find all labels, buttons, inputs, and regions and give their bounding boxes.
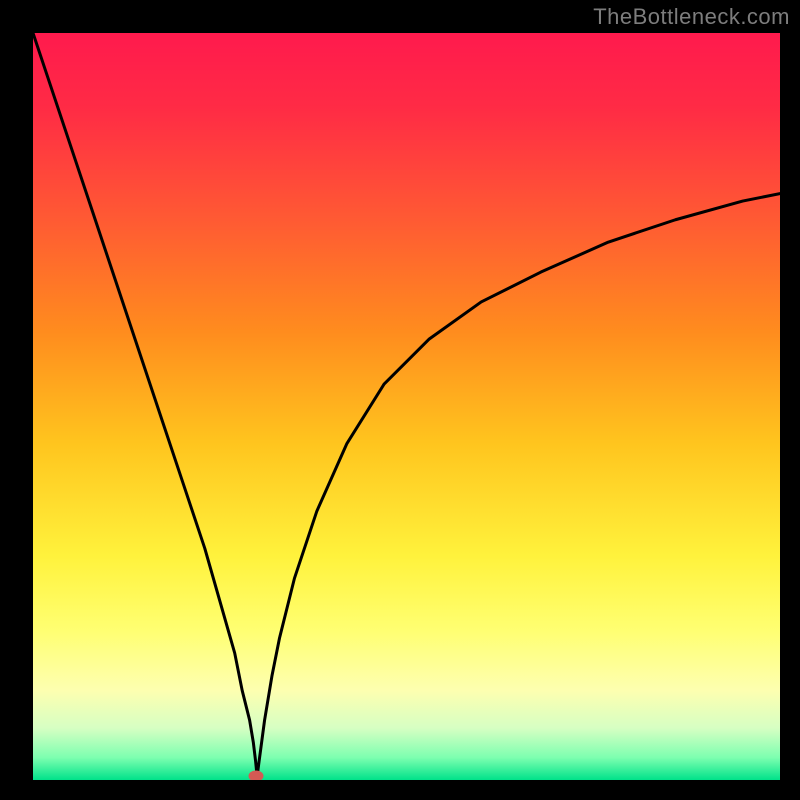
watermark-text: TheBottleneck.com [593, 4, 790, 30]
plot-area [33, 33, 780, 780]
bottleneck-curve [33, 33, 780, 780]
optimum-marker [248, 771, 263, 780]
chart-frame: TheBottleneck.com [0, 0, 800, 800]
